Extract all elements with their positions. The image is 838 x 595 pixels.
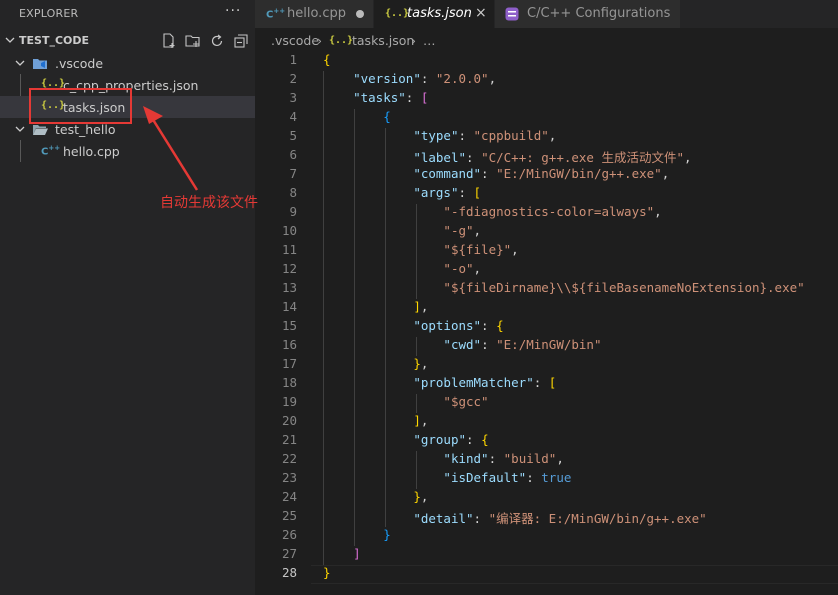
code-line-10: "-g",	[443, 223, 482, 238]
tab-hello-cpp[interactable]: C++ hello.cpp	[255, 0, 374, 28]
line-number: 20	[281, 413, 297, 428]
breadcrumb: .vscode › {..} tasks.json › …	[255, 28, 838, 52]
line-number: 8	[289, 185, 297, 200]
unsaved-dot-icon[interactable]	[356, 10, 364, 18]
code-line-2: "version": "2.0.0",	[353, 71, 497, 86]
tab-tasks-json[interactable]: {..} tasks.json ×	[374, 0, 495, 28]
line-number: 23	[281, 470, 297, 485]
line-number: 4	[289, 109, 297, 124]
line-number: 15	[281, 318, 297, 333]
breadcrumb-more[interactable]: …	[423, 33, 436, 48]
line-number: 24	[281, 489, 297, 504]
code-line-16: "cwd": "E:/MinGW/bin"	[443, 337, 602, 352]
code-line-8: "args": [	[413, 185, 482, 200]
code-line-20: ],	[413, 413, 429, 428]
breadcrumb-separator: ›	[317, 33, 322, 48]
tab-label: C/C++ Configurations	[527, 6, 671, 21]
line-number: 5	[289, 128, 297, 143]
line-number: 19	[281, 394, 297, 409]
code-line-4: {	[383, 109, 391, 124]
line-number: 18	[281, 375, 297, 390]
breadcrumb-file[interactable]: tasks.json	[352, 33, 414, 48]
cpp-icon: C++	[266, 7, 286, 21]
code-line-14: ],	[413, 299, 429, 314]
line-number: 26	[281, 527, 297, 542]
code-editor[interactable]: 1 2 3 4 5 6 7 8 9 10 11 12 13 14 15 16 17 18 19 20 21 22 23 24 2…	[255, 52, 838, 595]
code-line-25: "detail": "编译器: E:/MinGW/bin/g++.exe"	[413, 511, 707, 526]
line-number: 11	[281, 242, 297, 257]
breadcrumb-separator: ›	[411, 33, 416, 48]
code-line-12: "-o",	[443, 261, 482, 276]
code-line-6: "label": "C/C++: g++.exe 生成活动文件",	[413, 150, 692, 165]
annotation-arrow	[143, 106, 199, 191]
line-number: 16	[281, 337, 297, 352]
code-line-3: "tasks": [	[353, 90, 429, 105]
current-line-highlight	[311, 565, 838, 584]
breadcrumb-folder[interactable]: .vscode	[271, 33, 319, 48]
code-line-24: },	[413, 489, 429, 504]
line-number: 7	[289, 166, 297, 181]
code-line-5: "type": "cppbuild",	[413, 128, 557, 143]
code-line-28: }	[323, 565, 331, 580]
line-number: 1	[289, 52, 297, 67]
code-line-11: "${file}",	[443, 242, 519, 257]
code-line-26: }	[383, 527, 391, 542]
annotation-text: 自动生成该文件	[160, 195, 258, 211]
code-line-27: ]	[353, 546, 361, 561]
code-line-18: "problemMatcher": [	[413, 375, 557, 390]
close-icon[interactable]: ×	[475, 5, 487, 21]
line-number: 21	[281, 432, 297, 447]
line-number: 14	[281, 299, 297, 314]
editor-tab-bar: C++ hello.cpp {..} tasks.json × C/C++ Co…	[255, 0, 838, 28]
line-number: 2	[289, 71, 297, 86]
line-number: 28	[281, 565, 297, 580]
line-number: 10	[281, 223, 297, 238]
code-line-9: "-fdiagnostics-color=always",	[443, 204, 662, 219]
explorer-sidebar: EXPLORER ··· TEST_CODE .vscode {..} c_cp…	[0, 0, 258, 595]
line-number: 12	[281, 261, 297, 276]
code-line-1: {	[323, 52, 331, 67]
code-line-22: "kind": "build",	[443, 451, 564, 466]
tab-label: hello.cpp	[287, 6, 346, 21]
tab-label: tasks.json	[407, 6, 472, 21]
tab-cpp-configurations[interactable]: C/C++ Configurations	[495, 0, 681, 28]
code-line-15: "options": {	[413, 318, 504, 333]
settings-editor-icon	[505, 7, 519, 21]
code-line-19: "$gcc"	[443, 394, 489, 409]
code-line-13: "${fileDirname}\\${fileBasenameNoExtensi…	[443, 280, 805, 295]
line-number: 25	[281, 508, 297, 523]
line-number: 17	[281, 356, 297, 371]
code-line-17: },	[413, 356, 429, 371]
line-number: 9	[289, 204, 297, 219]
code-line-7: "command": "E:/MinGW/bin/g++.exe",	[413, 166, 670, 181]
code-line-21: "group": {	[413, 432, 489, 447]
json-braces-icon: {..}	[385, 8, 410, 19]
line-number: 13	[281, 280, 297, 295]
line-number: 6	[289, 147, 297, 162]
code-line-23: "isDefault": true	[443, 470, 572, 485]
line-number: 22	[281, 451, 297, 466]
line-number: 27	[281, 546, 297, 561]
line-number: 3	[289, 90, 297, 105]
json-braces-icon: {..}	[329, 35, 354, 46]
